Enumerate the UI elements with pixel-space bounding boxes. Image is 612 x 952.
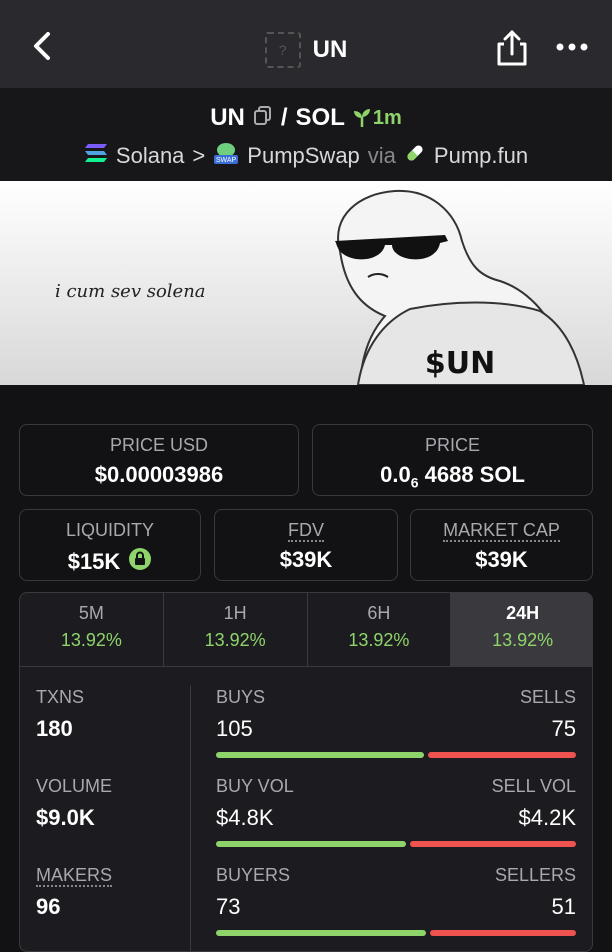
token-banner: i cum sev solena $UN — [0, 181, 612, 385]
txns-label: TXNS — [36, 687, 85, 707]
fdv-value: $39K — [279, 547, 333, 572]
banner-shirt-text: $UN — [425, 346, 495, 381]
price-usd-label: PRICE USD — [109, 435, 208, 455]
tab-label: 1H — [223, 603, 247, 623]
tab-1h[interactable]: 1H 13.92% — [164, 593, 308, 666]
market-cap-label[interactable]: MARKET CAP — [443, 520, 560, 542]
sellers-bar-segment — [429, 930, 576, 936]
price-usd-card: PRICE USD $0.00003986 — [19, 424, 299, 496]
tab-5m[interactable]: 5M 13.92% — [20, 593, 164, 666]
buyers-sellers-bar — [216, 930, 576, 936]
fdv-card: FDV $39K — [214, 509, 398, 581]
via-label: via — [367, 143, 396, 168]
dex-link[interactable]: PumpSwap — [247, 143, 360, 169]
tab-change: 13.92% — [348, 630, 410, 650]
tab-change: 13.92% — [60, 630, 122, 650]
sells-value: 75 — [551, 716, 576, 741]
pumpswap-icon: SWAP — [213, 141, 239, 171]
copy-icon[interactable] — [253, 104, 273, 132]
sell-vol-value: $4.2K — [518, 805, 577, 830]
price-native-zeros: 6 — [410, 474, 419, 491]
tab-change: 13.92% — [492, 630, 554, 650]
liquidity-value: $15K — [67, 549, 121, 574]
price-usd-value: $0.00003986 — [94, 462, 224, 487]
price-native-prefix: 0.0 — [380, 462, 411, 487]
buyers-bar-segment — [216, 930, 426, 936]
liquidity-card: LIQUIDITY $15K — [19, 509, 201, 581]
buy-sell-vol-bar — [216, 841, 576, 847]
buys-sells-bar — [216, 752, 576, 758]
volume-value: $9.0K — [36, 805, 95, 830]
quote-symbol: SOL — [295, 104, 345, 131]
volume-block: VOLUME $9.0K — [36, 776, 112, 831]
fdv-label[interactable]: FDV — [288, 520, 324, 542]
price-native-value: 0.06 4688 SOL — [313, 462, 592, 490]
market-cap-value: $39K — [475, 547, 528, 572]
makers-label[interactable]: MAKERS — [36, 865, 113, 887]
stats-grid: TXNS 180 BUYS SELLS 105 75 VOLUME $9.0K … — [20, 667, 592, 951]
volume-label: VOLUME — [36, 776, 113, 796]
tab-label: 24H — [506, 603, 540, 623]
pair-separator: / — [280, 104, 288, 131]
makers-value: 96 — [36, 894, 61, 919]
tab-label: 5M — [78, 603, 104, 623]
banner-caption: i cum sev solena — [55, 281, 206, 302]
tab-change: 13.92% — [204, 630, 266, 650]
buys-label: BUYS — [216, 687, 266, 707]
buyers-value: 73 — [216, 894, 241, 919]
buy-sell-vol-block: BUY VOL SELL VOL $4.8K $4.2K — [216, 776, 576, 847]
banner-illustration: i cum sev solena $UN — [0, 181, 612, 385]
makers-block: MAKERS 96 — [36, 865, 113, 920]
sellers-label: SELLERS — [494, 865, 576, 885]
token-logo-placeholder: ? — [264, 32, 301, 68]
buys-bar-segment — [216, 752, 424, 758]
launchpad-link[interactable]: Pump.fun — [434, 143, 528, 169]
pair-age: 1m — [353, 107, 402, 130]
buy-vol-value: $4.8K — [216, 805, 274, 830]
solana-icon — [84, 143, 108, 169]
buy-vol-bar-segment — [216, 841, 406, 847]
tab-6h[interactable]: 6H 13.92% — [308, 593, 452, 666]
lock-icon[interactable] — [128, 547, 152, 577]
pill-icon — [404, 142, 426, 170]
sells-label: SELLS — [519, 687, 576, 707]
sell-vol-label: SELL VOL — [491, 776, 576, 796]
price-native-card: PRICE 0.06 4688 SOL — [312, 424, 593, 496]
sellers-value: 51 — [551, 894, 576, 919]
txns-block: TXNS 180 — [36, 687, 84, 742]
base-symbol: UN — [210, 104, 245, 131]
page-title: UN — [312, 36, 348, 63]
txns-value: 180 — [36, 716, 73, 741]
tab-label: 6H — [367, 603, 391, 623]
top-bar: ? UN — [0, 0, 612, 88]
more-dots-icon — [556, 43, 588, 51]
stats-divider — [190, 685, 191, 951]
buyers-sellers-block: BUYERS SELLERS 73 51 — [216, 865, 576, 936]
period-tabs: 5M 13.92% 1H 13.92% 6H 13.92% 24H 13.92% — [20, 593, 592, 667]
pair-header: UN / SOL 1m Solana > SWAP PumpSwap via P… — [0, 88, 612, 181]
seedling-icon — [353, 109, 370, 127]
share-button[interactable] — [494, 28, 530, 68]
price-native-digits: 4688 SOL — [424, 462, 525, 487]
tab-24h[interactable]: 24H 13.92% — [451, 593, 592, 666]
sells-bar-segment — [427, 752, 576, 758]
price-native-label: PRICE — [424, 435, 480, 455]
svg-text:SWAP: SWAP — [216, 157, 237, 164]
period-stats-panel: 5M 13.92% 1H 13.92% 6H 13.92% 24H 13.92%… — [19, 592, 593, 952]
pair-age-value: 1m — [372, 106, 402, 129]
share-icon — [497, 30, 527, 66]
market-cap-card: MARKET CAP $39K — [410, 509, 593, 581]
buys-value: 105 — [216, 716, 253, 741]
sell-vol-bar-segment — [409, 841, 576, 847]
breadcrumb-chevron: > — [192, 143, 206, 168]
buy-vol-label: BUY VOL — [216, 776, 294, 796]
chain-link[interactable]: Solana — [116, 143, 185, 169]
liquidity-label: LIQUIDITY — [65, 520, 154, 540]
more-button[interactable] — [552, 32, 592, 62]
buyers-label: BUYERS — [216, 865, 291, 885]
buys-sells-block: BUYS SELLS 105 75 — [216, 687, 576, 758]
